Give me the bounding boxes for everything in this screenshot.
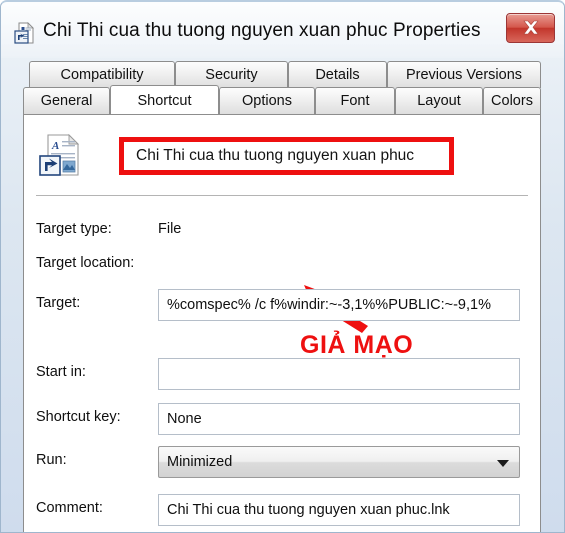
- target-input[interactable]: %comspec% /c f%windir:~-3,1%%PUBLIC:~-9,…: [158, 289, 520, 321]
- tab-security-label: Security: [205, 67, 258, 83]
- run-dropdown[interactable]: Minimized: [158, 446, 520, 478]
- tab-colors-label: Colors: [491, 93, 533, 109]
- tab-row-upper: Compatibility Security Details Previous …: [23, 61, 541, 88]
- title-bar: Chi Thi cua thu tuong nguyen xuan phuc P…: [1, 2, 564, 54]
- shortcut-document-icon: A: [38, 133, 84, 179]
- tab-shortcut-label: Shortcut: [137, 93, 192, 109]
- window-title: Chi Thi cua thu tuong nguyen xuan phuc P…: [43, 20, 481, 41]
- tab-colors[interactable]: Colors: [483, 87, 541, 114]
- target-location-label: Target location:: [36, 255, 135, 271]
- tab-layout-label: Layout: [417, 93, 461, 109]
- run-label: Run:: [36, 452, 67, 468]
- tab-general[interactable]: General: [23, 87, 110, 114]
- tab-security[interactable]: Security: [175, 61, 288, 88]
- tab-compatibility-label: Compatibility: [60, 67, 144, 83]
- tab-details-label: Details: [315, 67, 360, 83]
- close-icon: [522, 20, 539, 35]
- shortcut-tab-panel: A Chi Thi cua thu tuong nguyen xuan phuc…: [23, 114, 541, 532]
- tab-row-lower: General Shortcut Options Font Layout Col…: [23, 85, 541, 114]
- start-in-label: Start in:: [36, 364, 86, 380]
- tab-layout[interactable]: Layout: [395, 87, 483, 114]
- tab-shortcut[interactable]: Shortcut: [110, 85, 219, 114]
- shortcut-document-icon: [14, 22, 36, 44]
- comment-label: Comment:: [36, 500, 103, 516]
- target-type-value: File: [158, 221, 182, 237]
- close-button[interactable]: [506, 13, 555, 43]
- tab-options-label: Options: [242, 93, 292, 109]
- tab-options[interactable]: Options: [219, 87, 315, 114]
- tab-general-label: General: [40, 93, 93, 109]
- target-type-label: Target type:: [36, 221, 112, 237]
- start-in-input[interactable]: [158, 358, 520, 390]
- svg-text:A: A: [51, 140, 59, 152]
- shortcut-key-label: Shortcut key:: [36, 409, 121, 425]
- run-dropdown-value: Minimized: [167, 454, 233, 470]
- tab-compatibility[interactable]: Compatibility: [29, 61, 175, 88]
- tab-previous-versions-label: Previous Versions: [405, 67, 523, 83]
- annotation-label: GIẢ MẠO: [300, 331, 414, 359]
- tab-details[interactable]: Details: [288, 61, 387, 88]
- comment-input[interactable]: Chi Thi cua thu tuong nguyen xuan phuc.l…: [158, 494, 520, 526]
- tab-font-label: Font: [340, 93, 370, 109]
- target-label: Target:: [36, 295, 81, 311]
- chevron-down-icon: [497, 460, 509, 467]
- properties-window: Chi Thi cua thu tuong nguyen xuan phuc P…: [0, 0, 565, 533]
- shortcut-name-field-highlight[interactable]: Chi Thi cua thu tuong nguyen xuan phuc: [119, 137, 454, 175]
- tab-strip: Compatibility Security Details Previous …: [23, 61, 541, 115]
- shortcut-key-input[interactable]: None: [158, 403, 520, 435]
- tab-font[interactable]: Font: [315, 87, 395, 114]
- shortcut-name-value: Chi Thi cua thu tuong nguyen xuan phuc: [136, 147, 415, 164]
- tab-previous-versions[interactable]: Previous Versions: [387, 61, 541, 88]
- section-divider: [36, 195, 528, 196]
